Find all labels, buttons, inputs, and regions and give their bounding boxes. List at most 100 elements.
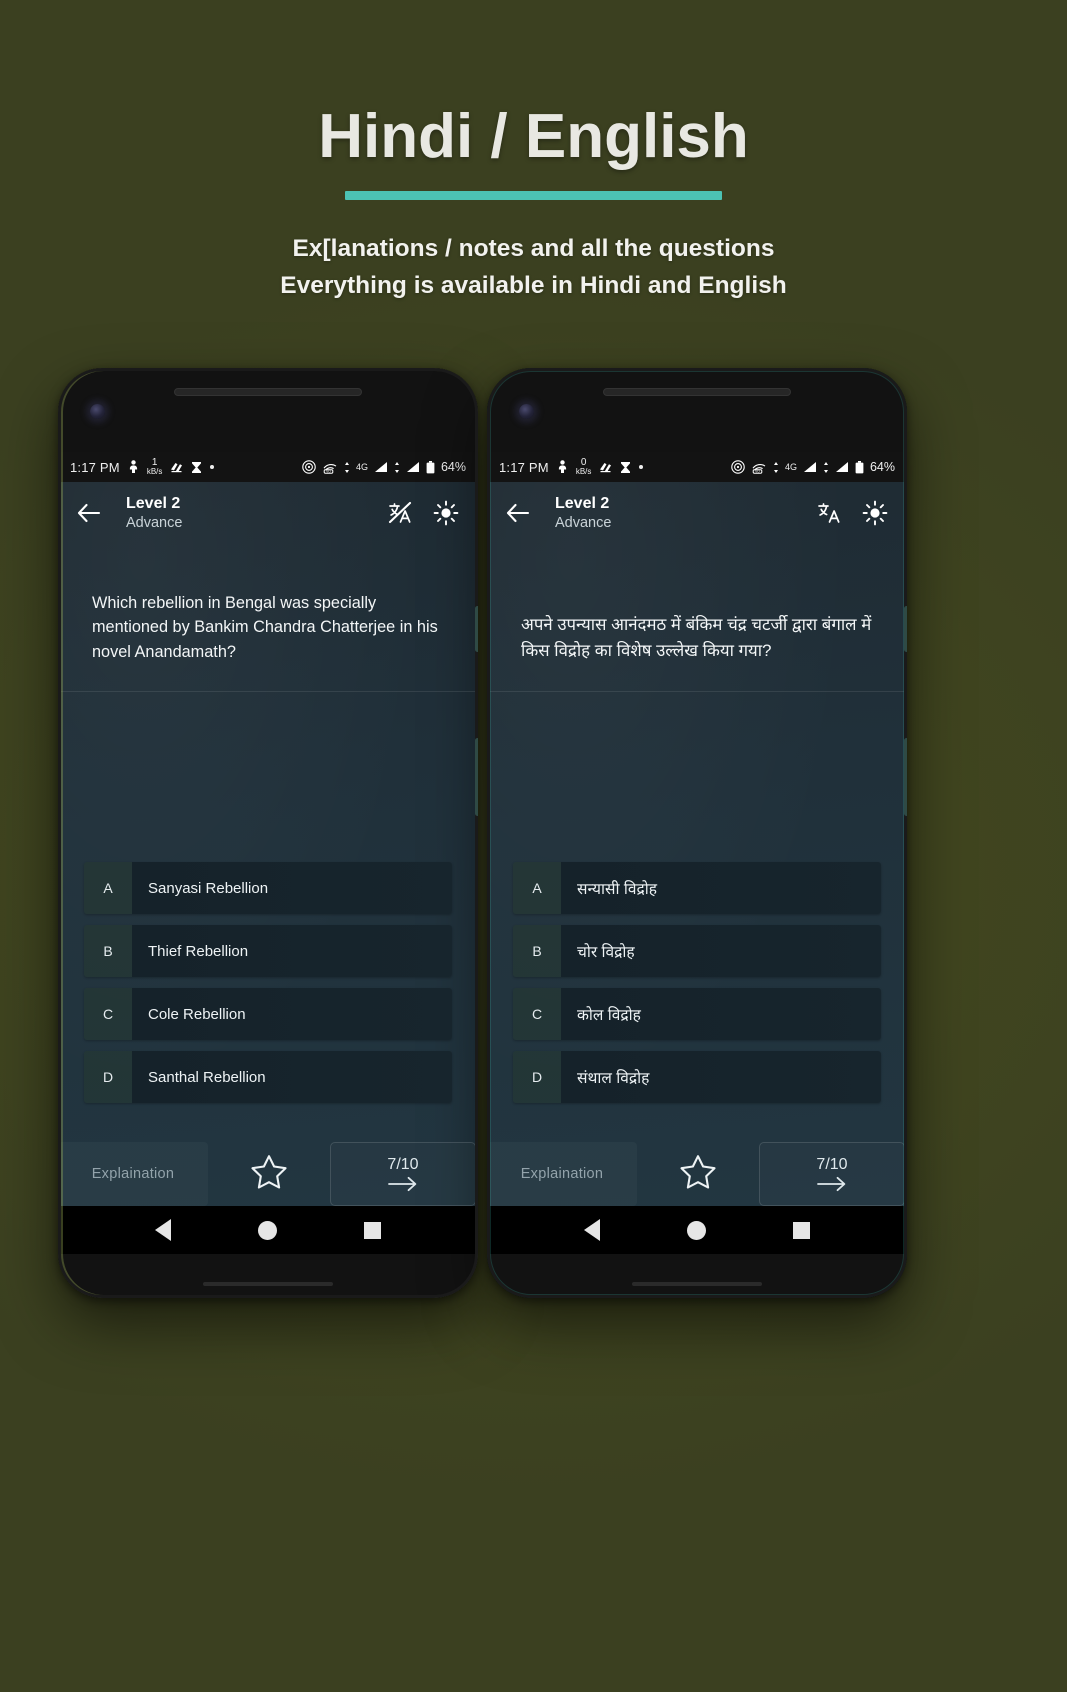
option-c[interactable]: C Cole Rebellion	[84, 988, 452, 1040]
nav-recents-button[interactable]	[792, 1221, 810, 1239]
level-subtitle: Advance	[126, 514, 183, 531]
translate-off-icon[interactable]	[386, 499, 414, 527]
favorite-button[interactable]	[208, 1142, 330, 1206]
back-button[interactable]	[505, 500, 531, 526]
brightness-icon[interactable]	[432, 499, 460, 527]
level-title: Level 2	[126, 495, 181, 513]
options-list-hindi: A सन्यासी विद्रोह B चोर विद्रोह C कोल वि…	[487, 862, 907, 1114]
dot-icon	[210, 465, 215, 469]
option-letter: A	[532, 880, 542, 896]
option-letter: A	[103, 880, 113, 896]
hourglass-icon	[191, 461, 202, 474]
question-text: अपने उपन्यास आनंदमठ में बंकिम चंद्र चटर्…	[521, 614, 872, 661]
option-letter: C	[531, 1006, 543, 1022]
option-letter: D	[531, 1069, 543, 1085]
option-label: Sanyasi Rebellion	[148, 879, 269, 897]
option-label: कोल विद्रोह	[577, 1007, 641, 1024]
phone-top-bezel	[58, 368, 478, 452]
bottom-bar-english: Explaination 7/10	[58, 1142, 478, 1206]
nav-home-button[interactable]	[686, 1220, 706, 1240]
status-bar-hindi: 1:17 PM 0 kB/s VO 4G 64%	[487, 452, 907, 482]
svg-text:VO: VO	[326, 470, 331, 474]
android-nav-bar-english	[58, 1206, 478, 1254]
option-c[interactable]: C कोल विद्रोह	[513, 988, 881, 1040]
battery-icon	[426, 460, 435, 474]
nav-back-button[interactable]	[584, 1219, 601, 1241]
option-d[interactable]: D संथाल विद्रोह	[513, 1051, 881, 1103]
person-icon	[128, 460, 139, 474]
status-time: 1:17 PM	[499, 459, 549, 475]
status-bar-english: 1:17 PM 1 kB/s VO 4G 64%	[58, 452, 478, 482]
level-subtitle: Advance	[555, 514, 612, 531]
option-label: सन्यासी विद्रोह	[577, 881, 657, 898]
progress-counter: 7/10	[387, 1156, 419, 1173]
option-label: चोर विद्रोह	[577, 944, 635, 961]
option-d[interactable]: D Santhal Rebellion	[84, 1051, 452, 1103]
option-label: Santhal Rebellion	[148, 1068, 266, 1086]
dot-icon	[639, 465, 644, 469]
back-button[interactable]	[76, 500, 102, 526]
volume-button[interactable]	[904, 738, 907, 816]
hands-icon	[170, 461, 183, 474]
signal-arrows-icon-2	[823, 461, 829, 474]
explanation-button[interactable]: Explaination	[487, 1142, 637, 1206]
nav-home-button[interactable]	[257, 1220, 277, 1240]
next-question-button[interactable]: 7/10	[759, 1142, 905, 1206]
star-outline-icon	[249, 1153, 289, 1196]
bottom-speaker-grille	[203, 1282, 333, 1286]
bottom-bar-hindi: Explaination 7/10	[487, 1142, 907, 1206]
favorite-button[interactable]	[637, 1142, 759, 1206]
network-type-label: 4G	[784, 462, 797, 472]
next-question-button[interactable]: 7/10	[330, 1142, 476, 1206]
power-button[interactable]	[904, 606, 907, 652]
vowifi-icon: VO	[751, 460, 767, 474]
option-letter: C	[102, 1006, 114, 1022]
data-transfer-icon: 1 kB/s	[146, 457, 163, 476]
translate-icon[interactable]	[815, 499, 843, 527]
option-letter: B	[532, 943, 542, 959]
nav-back-button[interactable]	[155, 1219, 172, 1241]
option-label: Thief Rebellion	[148, 942, 249, 960]
nfc-icon	[302, 460, 316, 474]
option-a[interactable]: A सन्यासी विद्रोह	[513, 862, 881, 914]
signal-icon	[374, 461, 388, 473]
option-label: Cole Rebellion	[148, 1005, 246, 1023]
android-nav-bar-hindi	[487, 1206, 907, 1254]
option-b[interactable]: B Thief Rebellion	[84, 925, 452, 977]
phone-mockups: 1:17 PM 1 kB/s VO 4G 64% Level 2 Advance…	[0, 0, 1067, 1692]
option-letter: D	[102, 1069, 114, 1085]
signal-arrows-icon-2	[394, 461, 400, 474]
volume-button[interactable]	[475, 738, 478, 816]
appbar-titles: Level 2 Advance	[126, 494, 368, 531]
svg-text:VO: VO	[755, 470, 760, 474]
battery-percent: 64%	[440, 460, 466, 474]
vowifi-icon: VO	[322, 460, 338, 474]
app-screen-hindi: Level 2 Advance अपने उपन्यास आनंदमठ में …	[487, 482, 907, 1206]
nav-recents-button[interactable]	[363, 1221, 381, 1239]
option-a[interactable]: A Sanyasi Rebellion	[84, 862, 452, 914]
hourglass-icon	[620, 461, 631, 474]
explanation-button[interactable]: Explaination	[58, 1142, 208, 1206]
progress-counter: 7/10	[816, 1156, 848, 1173]
signal-icon	[803, 461, 817, 473]
nfc-icon	[731, 460, 745, 474]
signal-icon-2	[406, 461, 420, 473]
level-title: Level 2	[555, 495, 610, 513]
option-letter: B	[103, 943, 113, 959]
battery-percent: 64%	[869, 460, 895, 474]
earpiece-speaker	[174, 388, 362, 396]
phone-bottom-bezel	[487, 1254, 907, 1298]
question-container-hindi: अपने उपन्यास आनंदमठ में बंकिम चंद्र चटर्…	[487, 544, 907, 692]
signal-icon-2	[835, 461, 849, 473]
brightness-icon[interactable]	[861, 499, 889, 527]
phone-bottom-bezel	[58, 1254, 478, 1298]
bottom-speaker-grille	[632, 1282, 762, 1286]
star-outline-icon	[678, 1153, 718, 1196]
earpiece-speaker	[603, 388, 791, 396]
power-button[interactable]	[475, 606, 478, 652]
option-b[interactable]: B चोर विद्रोह	[513, 925, 881, 977]
signal-arrows-icon	[344, 461, 350, 474]
question-container-english: Which rebellion in Bengal was specially …	[58, 544, 478, 692]
